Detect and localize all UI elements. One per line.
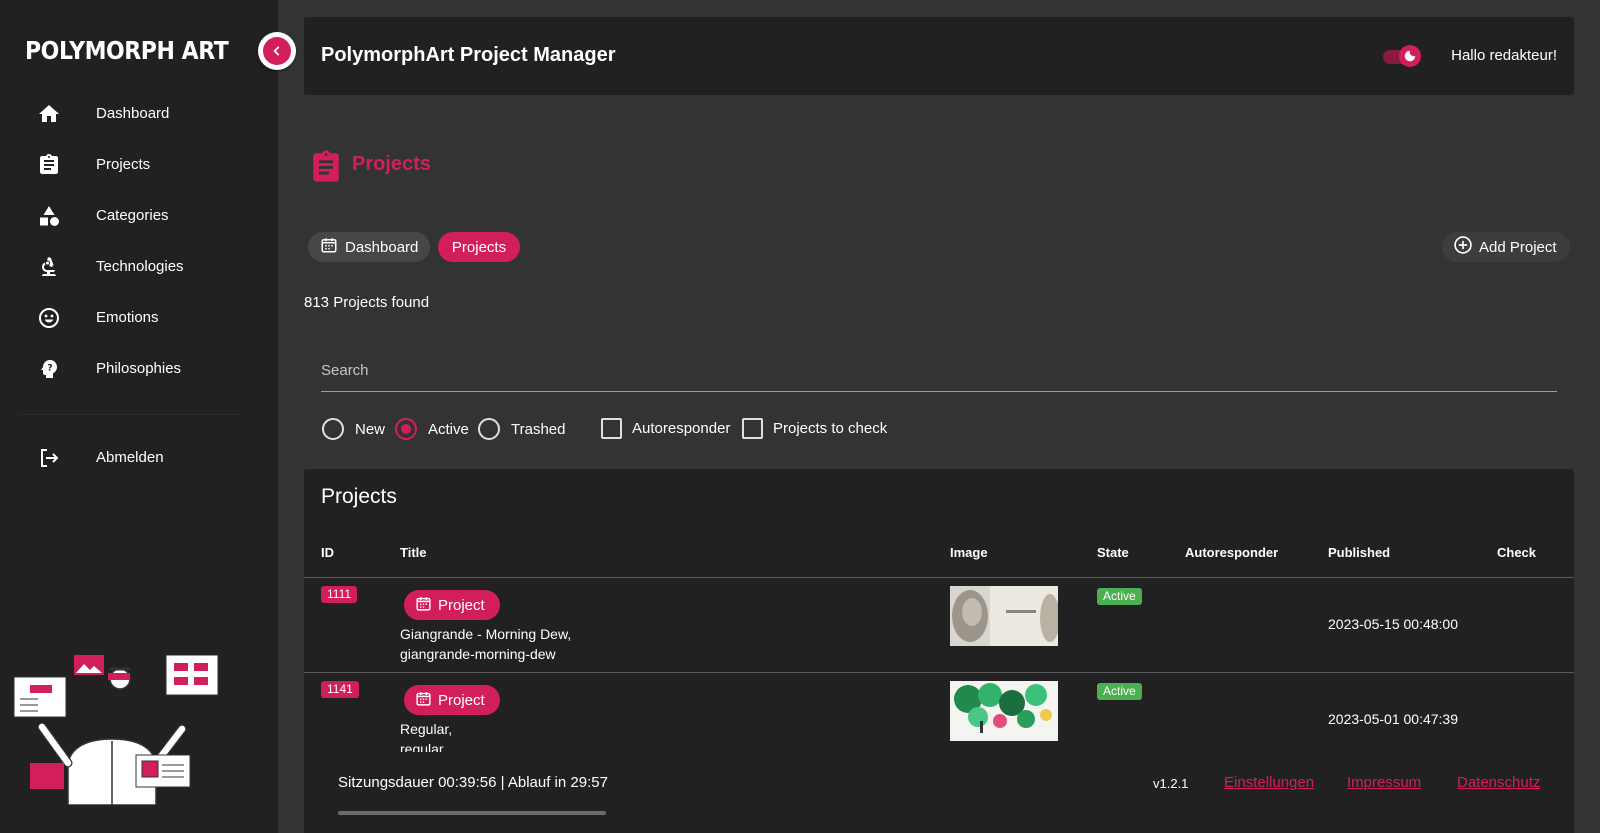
search-input[interactable] xyxy=(321,352,1557,388)
sidebar-item-emotions[interactable]: Emotions xyxy=(0,292,278,343)
table-title: Projects xyxy=(321,485,397,508)
column-header-autoresponder[interactable]: Autoresponder xyxy=(1185,545,1278,560)
checkbox-label: Projects to check xyxy=(773,420,888,437)
table-row[interactable]: 1111 Project Giangrande - Morning Dew, g… xyxy=(304,578,1574,673)
filter-bar: New Active Trashed Autoresponder Project… xyxy=(322,418,1222,442)
sidebar-item-label: Philosophies xyxy=(96,360,182,377)
radio-label: New xyxy=(355,420,386,438)
sidebar-item-label: Abmelden xyxy=(96,449,164,466)
plus-circle-icon xyxy=(1453,235,1473,259)
sidebar-item-dashboard[interactable]: Dashboard xyxy=(0,88,278,139)
calendar-icon xyxy=(320,236,338,258)
checkbox-projects-to-check[interactable]: Projects to check xyxy=(742,418,887,439)
checkbox-box xyxy=(601,418,622,439)
state-badge: Active xyxy=(1097,588,1142,605)
sidebar-logout: Abmelden xyxy=(0,432,278,483)
column-header-image: Image xyxy=(950,545,988,560)
checkbox-label: Autoresponder xyxy=(632,420,731,437)
published-date: 2023-05-15 00:48:00 xyxy=(1328,616,1458,632)
breadcrumb-projects[interactable]: Projects xyxy=(438,232,520,262)
breadcrumb-label: Dashboard xyxy=(345,238,419,256)
column-header-state[interactable]: State xyxy=(1097,545,1129,560)
chevron-left-icon xyxy=(263,37,291,65)
smiley-icon xyxy=(36,305,62,331)
calendar-icon xyxy=(415,690,432,711)
column-header-check[interactable]: Check xyxy=(1497,545,1536,560)
radio-trashed[interactable]: Trashed xyxy=(478,418,565,440)
project-chip-label: Project xyxy=(438,691,485,709)
sidebar-item-philosophies[interactable]: ? Philosophies xyxy=(0,343,278,394)
published-date: 2023-05-01 00:47:39 xyxy=(1328,711,1458,727)
add-project-label: Add Project xyxy=(1479,238,1557,256)
imprint-link[interactable]: Impressum xyxy=(1347,774,1421,791)
page-title: Projects xyxy=(352,153,431,175)
checkbox-autoresponder[interactable]: Autoresponder xyxy=(601,418,730,439)
svg-text:?: ? xyxy=(47,363,52,373)
sidebar-collapse-button[interactable] xyxy=(258,32,296,70)
project-title: Giangrande - Morning Dew, xyxy=(400,626,572,642)
radio-circle xyxy=(478,418,500,440)
theme-toggle[interactable] xyxy=(1379,45,1423,67)
session-footer: Sitzungsdauer 00:39:56 | Ablauf in 29:57… xyxy=(304,752,1574,833)
checkbox-box xyxy=(742,418,763,439)
sidebar-nav: Dashboard Projects Categories Technologi… xyxy=(0,88,278,394)
radio-label: Active xyxy=(428,420,469,438)
sidebar-divider xyxy=(20,414,242,415)
sidebar-item-technologies[interactable]: Technologies xyxy=(0,241,278,292)
calendar-icon xyxy=(415,595,432,616)
results-count: 813 Projects found xyxy=(304,294,430,311)
session-timer: Sitzungsdauer 00:39:56 | Ablauf in 29:57 xyxy=(338,774,608,791)
project-thumbnail[interactable] xyxy=(950,681,1058,741)
moon-icon xyxy=(1399,45,1421,67)
project-chip[interactable]: Project xyxy=(404,685,500,715)
id-badge: 1111 xyxy=(321,586,358,603)
id-badge: 1141 xyxy=(321,681,359,698)
radio-circle xyxy=(322,418,344,440)
sidebar: POLYMORPH ART Dashboard Projects Categor… xyxy=(0,0,278,833)
brand-logo-text[interactable]: POLYMORPH ART xyxy=(25,36,229,65)
clipboard-icon xyxy=(309,147,343,190)
add-project-button[interactable]: Add Project xyxy=(1442,232,1570,262)
shapes-icon xyxy=(36,203,62,229)
app-title: PolymorphArt Project Manager xyxy=(321,44,616,66)
head-question-icon: ? xyxy=(36,356,62,382)
column-header-published[interactable]: Published xyxy=(1328,545,1390,560)
sidebar-item-projects[interactable]: Projects xyxy=(0,139,278,190)
user-greeting[interactable]: Hallo redakteur! xyxy=(1451,47,1557,64)
sidebar-item-logout[interactable]: Abmelden xyxy=(0,432,278,483)
clipboard-icon xyxy=(36,152,62,178)
sidebar-item-label: Technologies xyxy=(96,258,184,275)
sidebar-item-label: Emotions xyxy=(96,309,159,326)
privacy-link[interactable]: Datenschutz xyxy=(1457,774,1540,791)
home-icon xyxy=(36,101,62,127)
state-badge: Active xyxy=(1097,683,1142,700)
horizontal-scrollbar[interactable] xyxy=(338,811,606,815)
sidebar-item-categories[interactable]: Categories xyxy=(0,190,278,241)
sidebar-item-label: Dashboard xyxy=(96,105,170,122)
project-thumbnail[interactable] xyxy=(950,586,1058,646)
breadcrumb-dashboard[interactable]: Dashboard xyxy=(308,232,430,262)
column-header-id[interactable]: ID xyxy=(321,545,334,560)
column-header-title[interactable]: Title xyxy=(400,545,427,560)
radio-active[interactable]: Active xyxy=(395,418,469,440)
radio-circle xyxy=(395,418,417,440)
logout-icon xyxy=(36,445,62,471)
sidebar-item-label: Projects xyxy=(96,156,151,173)
radio-new[interactable]: New xyxy=(322,418,385,440)
project-title: Regular, xyxy=(400,721,453,737)
project-chip[interactable]: Project xyxy=(404,590,500,620)
project-chip-label: Project xyxy=(438,596,485,614)
search-field xyxy=(321,352,1557,392)
radio-label: Trashed xyxy=(511,420,566,438)
microscope-icon xyxy=(36,254,62,280)
app-version: v1.2.1 xyxy=(1153,776,1189,791)
settings-link[interactable]: Einstellungen xyxy=(1224,774,1314,791)
app-header: PolymorphArt Project Manager Hallo redak… xyxy=(304,17,1574,95)
sidebar-item-label: Categories xyxy=(96,207,169,224)
project-slug: giangrande-morning-dew xyxy=(400,646,556,662)
sidebar-illustration xyxy=(8,654,228,806)
